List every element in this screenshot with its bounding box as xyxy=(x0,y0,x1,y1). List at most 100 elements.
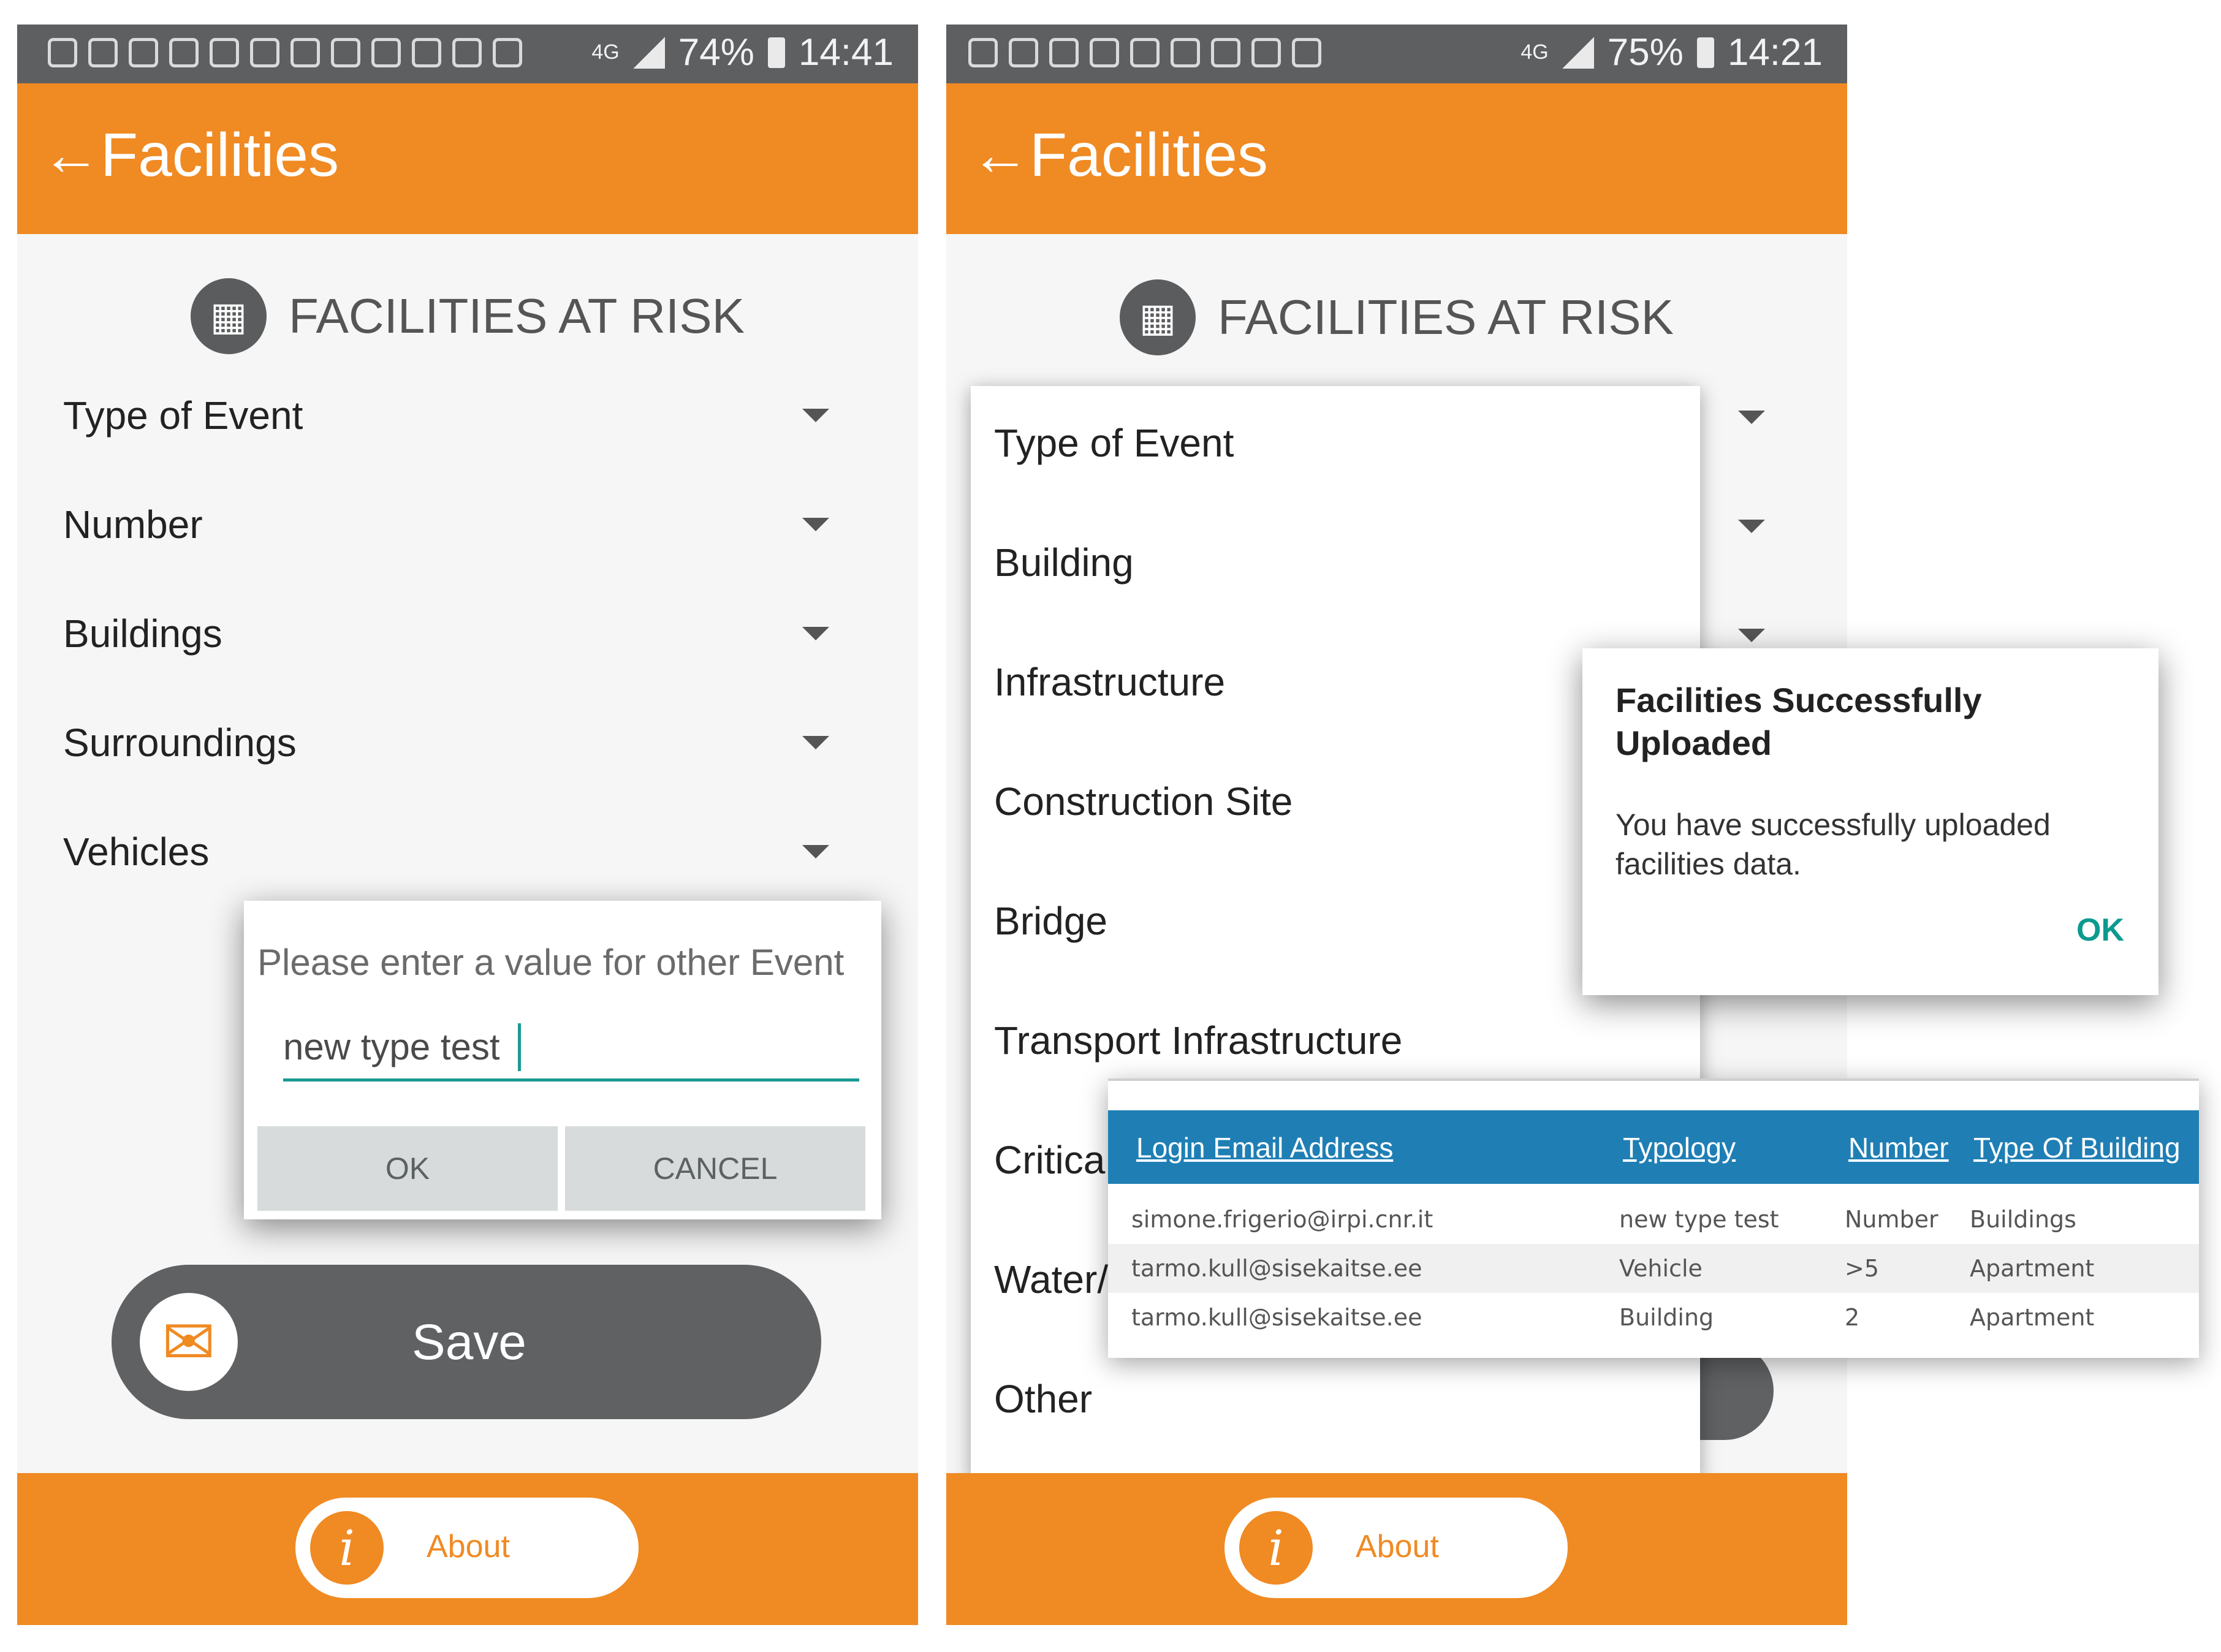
signal-icon xyxy=(632,36,665,69)
dropdown-vehicles[interactable]: Vehicles xyxy=(63,815,878,889)
dialog-message: You have successfully uploaded facilitie… xyxy=(1615,808,2051,881)
back-arrow-icon[interactable]: ← xyxy=(971,121,1030,189)
upload-success-dialog: Facilities Successfully Uploaded You hav… xyxy=(1582,648,2158,995)
save-label: Save xyxy=(412,1314,526,1370)
cell-typology: new type test xyxy=(1619,1206,1779,1233)
menu-item-critical[interactable]: Critica xyxy=(994,1137,1105,1183)
cell-typology: Vehicle xyxy=(1619,1255,1703,1282)
section-header: ▦ FACILITIES AT RISK xyxy=(17,278,918,354)
column-header-login-email[interactable]: Login Email Address xyxy=(1136,1131,1393,1164)
text-cursor xyxy=(518,1023,521,1071)
notification-icon xyxy=(1211,38,1240,67)
notification-icon xyxy=(1171,38,1200,67)
menu-item-water[interactable]: Water/ xyxy=(994,1257,1108,1302)
dropdown-arrow-icon xyxy=(1738,520,1765,533)
dropdown-arrow-icon xyxy=(1738,629,1765,642)
cell-type-of-building: Apartment xyxy=(1970,1304,2095,1331)
input-value: new type test xyxy=(283,1026,500,1067)
clock: 14:41 xyxy=(798,31,894,74)
info-icon: i xyxy=(1239,1511,1313,1585)
dialog-title: Facilities Successfully Uploaded xyxy=(1615,681,1982,762)
notification-icon xyxy=(250,38,279,67)
battery-icon xyxy=(1696,37,1714,68)
notification-icon xyxy=(1130,38,1160,67)
column-header-typology[interactable]: Typology xyxy=(1623,1131,1736,1164)
back-arrow-icon[interactable]: ← xyxy=(42,121,101,189)
section-header: ▦ FACILITIES AT RISK xyxy=(946,279,1847,355)
building-icon: ▦ xyxy=(191,278,267,354)
notification-icon xyxy=(290,38,320,67)
dropdown-arrow-icon xyxy=(802,736,829,749)
dropdown-label: Type of Event xyxy=(63,393,303,438)
dropdown-label: Surroundings xyxy=(63,721,297,765)
notification-icon xyxy=(1090,38,1119,67)
menu-item-construction-site[interactable]: Construction Site xyxy=(994,779,1293,824)
dropdown-label: Vehicles xyxy=(63,830,210,874)
cell-typology: Building xyxy=(1619,1304,1714,1331)
dropdown-arrow-icon xyxy=(802,627,829,640)
menu-item-other[interactable]: Other xyxy=(994,1376,1092,1422)
dropdown-label: Buildings xyxy=(63,612,222,656)
about-label: About xyxy=(427,1529,510,1564)
notification-icons xyxy=(968,38,1321,67)
dropdown-arrow-icon xyxy=(802,518,829,531)
app-title: Facilities xyxy=(1030,121,1268,189)
dialog-cancel-button[interactable]: CANCEL xyxy=(565,1126,865,1211)
dropdown-buildings[interactable]: Buildings xyxy=(63,597,878,670)
dialog-prompt: Please enter a value for other Event xyxy=(257,942,845,983)
info-icon: i xyxy=(310,1511,384,1585)
notification-icon xyxy=(129,38,158,67)
notification-icon xyxy=(1009,38,1038,67)
other-event-dialog: Please enter a value for other Event new… xyxy=(244,901,881,1219)
table-row: tarmo.kull@sisekaitse.ee Building 2 Apar… xyxy=(1108,1293,2199,1342)
notification-icon xyxy=(452,38,482,67)
section-title: FACILITIES AT RISK xyxy=(289,289,745,343)
app-bar: ← Facilities xyxy=(17,83,918,234)
dropdown-number[interactable]: Number xyxy=(63,488,878,561)
status-bar: 4G 74% 14:41 xyxy=(17,25,918,83)
dropdown-arrow-icon xyxy=(802,409,829,422)
about-button[interactable]: i About xyxy=(1224,1498,1568,1598)
cell-number: >5 xyxy=(1845,1255,1880,1282)
battery-icon xyxy=(767,37,785,68)
dialog-ok-button[interactable]: OK xyxy=(2076,912,2124,949)
save-button[interactable]: ✉ Save xyxy=(112,1265,821,1419)
notification-icon xyxy=(493,38,522,67)
bottom-bar: i About xyxy=(946,1473,1847,1625)
notification-icons xyxy=(48,38,522,67)
column-header-number[interactable]: Number xyxy=(1848,1131,1949,1164)
menu-item-infrastructure[interactable]: Infrastructure xyxy=(994,659,1225,705)
menu-item-building[interactable]: Building xyxy=(994,540,1134,585)
section-title: FACILITIES AT RISK xyxy=(1218,290,1674,344)
dropdown-surroundings[interactable]: Surroundings xyxy=(63,706,878,779)
dropdown-arrow-icon xyxy=(1738,411,1765,424)
notification-icon xyxy=(968,38,998,67)
notification-icon xyxy=(1292,38,1321,67)
cell-number: Number xyxy=(1845,1206,1938,1233)
menu-item-bridge[interactable]: Bridge xyxy=(994,898,1107,944)
notification-icon xyxy=(88,38,118,67)
notification-icon xyxy=(1251,38,1281,67)
system-status: 4G 75% 14:21 xyxy=(1521,31,1823,74)
table-row: tarmo.kull@sisekaitse.ee Vehicle >5 Apar… xyxy=(1108,1244,2199,1293)
menu-item-type-of-event[interactable]: Type of Event xyxy=(994,420,1234,466)
dropdown-label: Number xyxy=(63,502,203,547)
system-status: 4G 74% 14:41 xyxy=(591,31,894,74)
status-bar: 4G 75% 14:21 xyxy=(946,25,1847,83)
table-header: Login Email Address Typology Number Type… xyxy=(1108,1110,2199,1184)
mail-icon: ✉ xyxy=(162,1305,216,1379)
about-button[interactable]: i About xyxy=(295,1498,639,1598)
menu-item-transport-infrastructure[interactable]: Transport Infrastructure xyxy=(994,1018,1402,1063)
cell-type-of-building: Buildings xyxy=(1970,1206,2076,1233)
column-header-type-of-building[interactable]: Type Of Building xyxy=(1973,1131,2181,1164)
notification-icon xyxy=(331,38,360,67)
notification-icon xyxy=(169,38,199,67)
dialog-ok-button[interactable]: OK xyxy=(257,1126,558,1211)
other-event-input[interactable]: new type test xyxy=(283,1010,859,1082)
table-row: simone.frigerio@irpi.cnr.it new type tes… xyxy=(1108,1195,2199,1244)
dropdown-type-of-event[interactable]: Type of Event xyxy=(63,379,878,452)
app-bar: ← Facilities xyxy=(946,83,1847,234)
battery-percent: 75% xyxy=(1607,31,1684,74)
mail-icon-circle: ✉ xyxy=(140,1293,238,1391)
cell-type-of-building: Apartment xyxy=(1970,1255,2095,1282)
